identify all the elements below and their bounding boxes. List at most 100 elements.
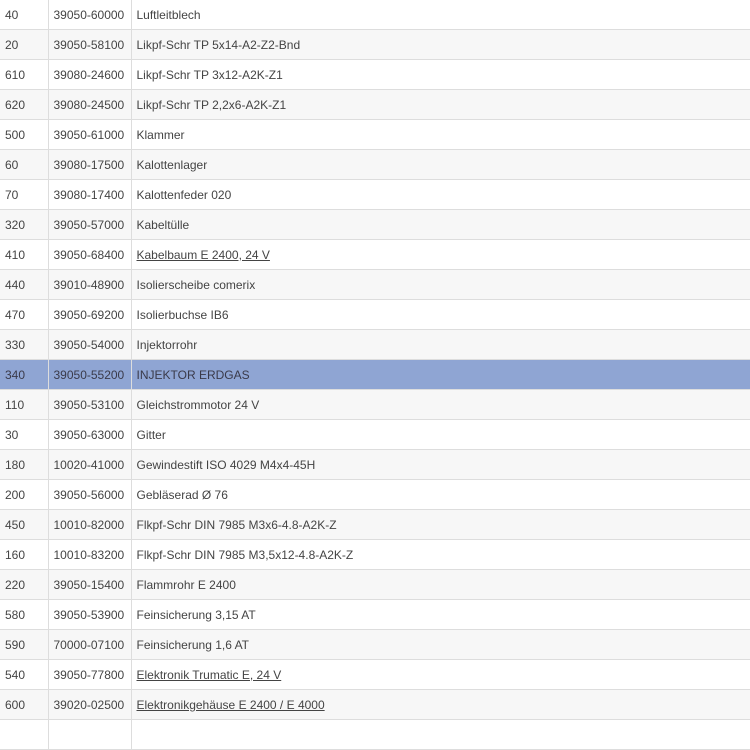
part-number-cell: 39050-58100	[47, 29, 131, 60]
description-cell: Isolierbuchse IB6	[130, 299, 750, 330]
table-row[interactable]: 70 39080-17400 Kalottenfeder 020	[0, 179, 750, 210]
table-row[interactable]: 620 39080-24500 Likpf-Schr TP 2,2x6-A2K-Z1	[0, 89, 750, 120]
part-number-cell: 39010-48900	[47, 269, 131, 300]
description-cell: Elektronikgehäuse E 2400 / E 4000	[130, 689, 750, 720]
part-number-cell: 10010-82000	[47, 509, 131, 540]
part-number-cell: 39050-55200	[47, 359, 131, 390]
table-row[interactable]: 30 39050-63000 Gitter	[0, 419, 750, 450]
table-row[interactable]: 580 39050-53900 Feinsicherung 3,15 AT	[0, 599, 750, 630]
description-cell: Injektorrohr	[130, 329, 750, 360]
description-cell: Elektronik Trumatic E, 24 V	[130, 659, 750, 690]
position-cell	[0, 719, 48, 750]
table-row[interactable]: 450 10010-82000 Flkpf-Schr DIN 7985 M3x6-4…	[0, 509, 750, 540]
table-row[interactable]: 440 39010-48900 Isolierscheibe comerix	[0, 269, 750, 300]
description-cell: Luftleitblech	[130, 0, 750, 30]
part-number-cell: 39050-53900	[47, 599, 131, 630]
position-cell: 330	[0, 329, 48, 360]
part-number-cell: 39050-53100	[47, 389, 131, 420]
description-cell: Feinsicherung 3,15 AT	[130, 599, 750, 630]
description-cell: INJEKTOR ERDGAS	[130, 359, 750, 390]
description-cell: Kabeltülle	[130, 209, 750, 240]
part-number-cell: 10010-83200	[47, 539, 131, 570]
part-number-cell: 39050-69200	[47, 299, 131, 330]
table-row[interactable]: 590 70000-07100 Feinsicherung 1,6 AT	[0, 629, 750, 660]
description-link[interactable]: Elektronikgehäuse E 2400 / E 4000	[137, 698, 325, 712]
part-number-cell: 39050-15400	[47, 569, 131, 600]
description-cell: Feinsicherung 1,6 AT	[130, 629, 750, 660]
part-number-cell: 39080-17400	[47, 179, 131, 210]
part-number-cell: 39050-68400	[47, 239, 131, 270]
part-number-cell: 39050-54000	[47, 329, 131, 360]
position-cell: 580	[0, 599, 48, 630]
description-cell: Gitter	[130, 419, 750, 450]
table-row[interactable]: 320 39050-57000 Kabeltülle	[0, 209, 750, 240]
description-link[interactable]: Kabelbaum E 2400, 24 V	[137, 248, 270, 262]
table-row[interactable]: 200 39050-56000 Gebläserad Ø 76	[0, 479, 750, 510]
table-row[interactable]: 410 39050-68400 Kabelbaum E 2400, 24 V	[0, 239, 750, 270]
part-number-cell: 39080-24600	[47, 59, 131, 90]
position-cell: 540	[0, 659, 48, 690]
table-row[interactable]: 20 39050-58100 Likpf-Schr TP 5x14-A2-Z2-Bn…	[0, 29, 750, 60]
description-cell: Klammer	[130, 119, 750, 150]
position-cell: 160	[0, 539, 48, 570]
position-cell: 20	[0, 29, 48, 60]
table-row[interactable]	[0, 719, 750, 750]
part-number-cell: 39050-56000	[47, 479, 131, 510]
position-cell: 610	[0, 59, 48, 90]
position-cell: 410	[0, 239, 48, 270]
position-cell: 440	[0, 269, 48, 300]
position-cell: 320	[0, 209, 48, 240]
description-cell: Kalottenfeder 020	[130, 179, 750, 210]
table-row[interactable]: 220 39050-15400 Flammrohr E 2400	[0, 569, 750, 600]
table-row[interactable]: 610 39080-24600 Likpf-Schr TP 3x12-A2K-Z1	[0, 59, 750, 90]
position-cell: 450	[0, 509, 48, 540]
position-cell: 600	[0, 689, 48, 720]
description-link[interactable]: Elektronik Trumatic E, 24 V	[137, 668, 282, 682]
description-cell: Likpf-Schr TP 3x12-A2K-Z1	[130, 59, 750, 90]
table-row[interactable]: 600 39020-02500 Elektronikgehäuse E 2400 /…	[0, 689, 750, 720]
table-row[interactable]: 40 39050-60000 Luftleitblech	[0, 0, 750, 30]
table-row[interactable]: 60 39080-17500 Kalottenlager	[0, 149, 750, 180]
position-cell: 30	[0, 419, 48, 450]
position-cell: 200	[0, 479, 48, 510]
description-cell: Kabelbaum E 2400, 24 V	[130, 239, 750, 270]
table-row[interactable]: 160 10010-83200 Flkpf-Schr DIN 7985 M3,5x1…	[0, 539, 750, 570]
table-row[interactable]: 470 39050-69200 Isolierbuchse IB6	[0, 299, 750, 330]
description-cell: Gleichstrommotor 24 V	[130, 389, 750, 420]
part-number-cell: 39050-57000	[47, 209, 131, 240]
position-cell: 590	[0, 629, 48, 660]
position-cell: 60	[0, 149, 48, 180]
part-number-cell	[47, 719, 131, 750]
position-cell: 220	[0, 569, 48, 600]
table-row[interactable]: 330 39050-54000 Injektorrohr	[0, 329, 750, 360]
position-cell: 70	[0, 179, 48, 210]
description-cell: Gebläserad Ø 76	[130, 479, 750, 510]
table-row[interactable]: 180 10020-41000 Gewindestift ISO 4029 M4x4…	[0, 449, 750, 480]
position-cell: 470	[0, 299, 48, 330]
table-row[interactable]: 340 39050-55200 INJEKTOR ERDGAS	[0, 359, 750, 390]
parts-table: 40 39050-60000 Luftleitblech 20 39050-58100 L…	[0, 0, 750, 750]
part-number-cell: 10020-41000	[47, 449, 131, 480]
position-cell: 110	[0, 389, 48, 420]
description-cell: Gewindestift ISO 4029 M4x4-45H	[130, 449, 750, 480]
description-cell: Likpf-Schr TP 2,2x6-A2K-Z1	[130, 89, 750, 120]
description-cell	[130, 719, 750, 750]
description-cell: Isolierscheibe comerix	[130, 269, 750, 300]
parts-table-body: 40 39050-60000 Luftleitblech 20 39050-58100 L…	[0, 0, 750, 750]
part-number-cell: 39020-02500	[47, 689, 131, 720]
description-cell: Likpf-Schr TP 5x14-A2-Z2-Bnd	[130, 29, 750, 60]
position-cell: 620	[0, 89, 48, 120]
description-cell: Kalottenlager	[130, 149, 750, 180]
part-number-cell: 70000-07100	[47, 629, 131, 660]
description-cell: Flkpf-Schr DIN 7985 M3x6-4.8-A2K-Z	[130, 509, 750, 540]
part-number-cell: 39050-63000	[47, 419, 131, 450]
part-number-cell: 39080-24500	[47, 89, 131, 120]
position-cell: 340	[0, 359, 48, 390]
table-row[interactable]: 540 39050-77800 Elektronik Trumatic E, 24 …	[0, 659, 750, 690]
position-cell: 500	[0, 119, 48, 150]
part-number-cell: 39050-77800	[47, 659, 131, 690]
position-cell: 40	[0, 0, 48, 30]
table-row[interactable]: 110 39050-53100 Gleichstrommotor 24 V	[0, 389, 750, 420]
table-row[interactable]: 500 39050-61000 Klammer	[0, 119, 750, 150]
part-number-cell: 39080-17500	[47, 149, 131, 180]
